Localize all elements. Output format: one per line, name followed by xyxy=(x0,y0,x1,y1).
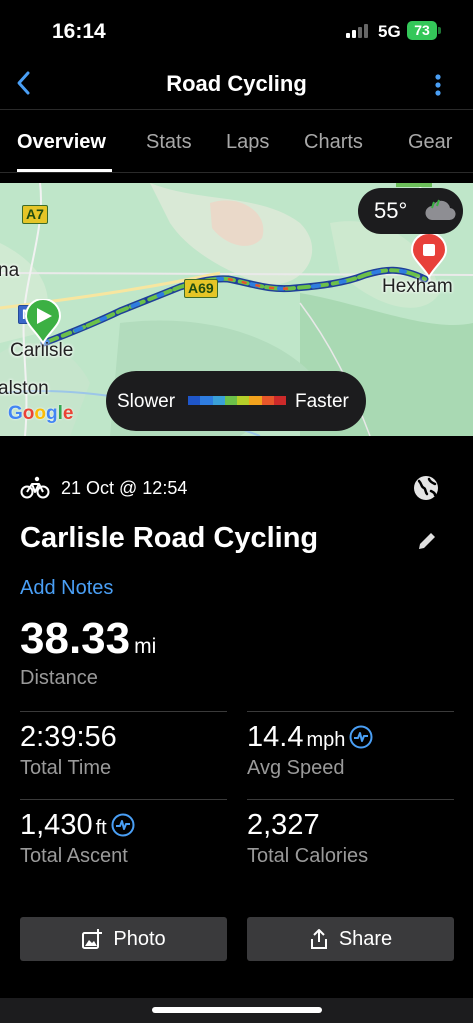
pencil-icon[interactable] xyxy=(416,530,438,552)
battery-tip xyxy=(438,27,441,34)
activity-pulse-icon[interactable] xyxy=(111,813,135,837)
weather-badge: 55° xyxy=(358,188,463,234)
tab-charts[interactable]: Charts xyxy=(304,131,363,154)
more-options-button[interactable] xyxy=(430,70,446,100)
total-time-value: 2:39:56 xyxy=(20,721,117,753)
distance-unit: mi xyxy=(134,635,157,658)
battery-icon: 73 xyxy=(407,21,437,40)
speed-gradient xyxy=(188,396,286,405)
distance-value: 38.33 mi xyxy=(20,614,156,664)
map-place-label: na xyxy=(0,260,20,281)
weather-temp: 55° xyxy=(374,198,408,223)
activity-meta: 21 Oct @ 12:54 xyxy=(20,476,440,502)
gradient-swatch xyxy=(200,396,213,405)
network-type: 5G xyxy=(378,22,401,41)
share-button[interactable]: Share xyxy=(247,917,454,961)
gradient-swatch xyxy=(237,396,250,405)
divider xyxy=(20,799,227,800)
nav-header: Road Cycling xyxy=(0,60,473,110)
distance-label: Distance xyxy=(20,667,98,689)
active-tab-indicator xyxy=(17,169,112,172)
tab-overview[interactable]: Overview xyxy=(17,131,106,154)
status-bar: 16:14 5G 73 xyxy=(0,0,473,60)
photo-button[interactable]: Photo xyxy=(20,917,227,961)
avg-speed-unit: mph xyxy=(306,729,346,751)
road-badge-a69: A69 xyxy=(184,279,218,298)
more-vertical-icon xyxy=(435,74,441,96)
divider xyxy=(247,799,454,800)
share-icon xyxy=(310,929,327,949)
tab-laps[interactable]: Laps xyxy=(226,131,269,154)
road-badge-a7: A7 xyxy=(22,205,48,224)
add-photo-icon xyxy=(82,929,103,949)
google-logo: Google xyxy=(8,403,74,424)
ascent-label: Total Ascent xyxy=(20,845,128,867)
gradient-swatch xyxy=(212,396,225,405)
tab-stats[interactable]: Stats xyxy=(146,131,192,154)
tab-bar: Overview Stats Laps Charts Gear xyxy=(0,111,473,173)
gradient-swatch xyxy=(261,396,274,405)
gradient-swatch xyxy=(273,396,286,405)
home-indicator[interactable] xyxy=(152,1007,322,1013)
gradient-swatch xyxy=(249,396,262,405)
ascent-unit: ft xyxy=(95,817,107,839)
avg-speed-label: Avg Speed xyxy=(247,757,345,779)
photo-button-label: Photo xyxy=(113,927,166,950)
page-title: Road Cycling xyxy=(166,71,307,96)
route-map[interactable]: A7 A69 M na Carlisle alston Hexham 55° S… xyxy=(0,183,473,436)
start-marker-icon xyxy=(24,299,62,345)
status-time: 16:14 xyxy=(52,20,106,43)
signal-icon xyxy=(346,24,370,38)
home-indicator-bar xyxy=(0,998,473,1023)
tab-gear[interactable]: Gear xyxy=(408,131,452,154)
map-place-label: alston xyxy=(0,378,49,399)
gradient-swatch xyxy=(224,396,237,405)
speed-legend: Slower Faster xyxy=(106,371,366,431)
bicycle-icon xyxy=(20,476,50,499)
ascent-value: 1,430 xyxy=(20,809,93,841)
end-marker-icon xyxy=(410,233,448,279)
calories-label: Total Calories xyxy=(247,845,369,867)
activity-title: Carlisle Road Cycling xyxy=(20,522,319,554)
map-place-hexham: Hexham xyxy=(382,276,453,297)
legend-slower-label: Slower xyxy=(117,391,176,412)
avg-speed-value: 14.4 xyxy=(247,721,304,753)
activity-pulse-icon[interactable] xyxy=(349,725,373,749)
gradient-swatch xyxy=(188,396,201,405)
globe-icon[interactable] xyxy=(413,475,439,501)
total-time-label: Total Time xyxy=(20,757,112,779)
divider xyxy=(20,711,227,712)
legend-faster-label: Faster xyxy=(295,391,349,412)
divider xyxy=(247,711,454,712)
share-button-label: Share xyxy=(338,927,393,950)
cloud-rain-icon xyxy=(425,199,456,221)
add-notes-link[interactable]: Add Notes xyxy=(20,577,113,600)
calories-value: 2,327 xyxy=(247,809,320,841)
activity-date: 21 Oct @ 12:54 xyxy=(61,478,188,498)
distance-number: 38.33 xyxy=(20,614,131,663)
